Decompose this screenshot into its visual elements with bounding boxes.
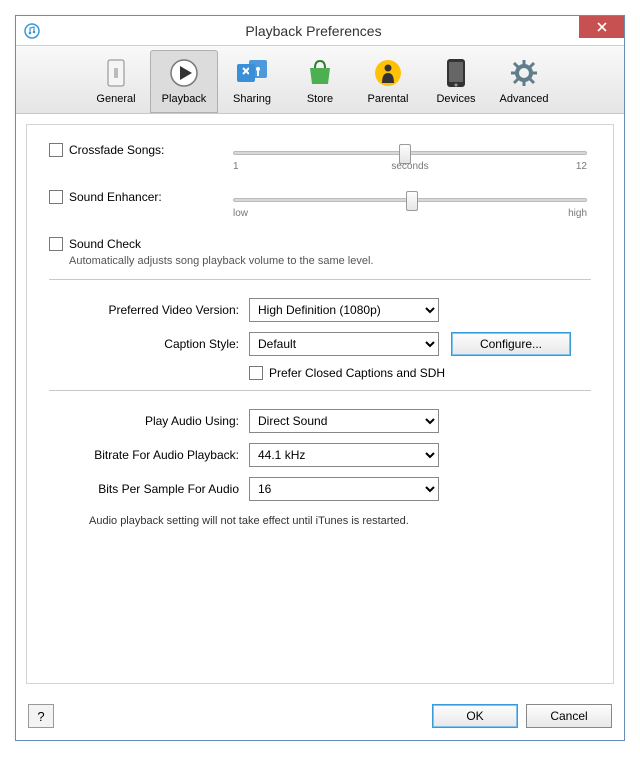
parental-icon	[370, 55, 406, 91]
enhancer-label: Sound Enhancer:	[69, 190, 229, 204]
soundcheck-desc: Automatically adjusts song playback volu…	[69, 255, 591, 267]
crossfade-checkbox[interactable]	[49, 143, 63, 157]
soundcheck-label: Sound Check	[69, 237, 141, 251]
prefer-cc-checkbox[interactable]	[249, 366, 263, 380]
bitrate-label: Bitrate For Audio Playback:	[49, 448, 249, 462]
preferred-video-select[interactable]: High Definition (1080p)	[249, 298, 439, 322]
bits-label: Bits Per Sample For Audio	[49, 482, 249, 496]
crossfade-min: 1	[233, 161, 239, 172]
tab-label: Playback	[151, 93, 217, 105]
tab-devices[interactable]: Devices	[422, 50, 490, 113]
tab-label: Sharing	[219, 93, 285, 105]
titlebar: Playback Preferences	[16, 16, 624, 46]
bits-select[interactable]: 16	[249, 477, 439, 501]
tab-label: Store	[287, 93, 353, 105]
ok-button[interactable]: OK	[432, 704, 518, 728]
crossfade-max: 12	[576, 161, 587, 172]
enhancer-checkbox[interactable]	[49, 190, 63, 204]
tab-general[interactable]: General	[82, 50, 150, 113]
preferences-window: Playback Preferences General Playback Sh…	[15, 15, 625, 741]
close-button[interactable]	[579, 16, 624, 38]
help-button[interactable]: ?	[28, 704, 54, 728]
crossfade-label: Crossfade Songs:	[69, 143, 229, 157]
caption-style-label: Caption Style:	[49, 337, 249, 351]
playback-icon	[166, 55, 202, 91]
tabs-toolbar: General Playback Sharing Store Parental	[16, 46, 624, 114]
tab-playback[interactable]: Playback	[150, 50, 218, 113]
tab-label: General	[83, 93, 149, 105]
soundcheck-checkbox[interactable]	[49, 237, 63, 251]
content-panel: Crossfade Songs: 1 seconds 12 Sound Enha…	[26, 124, 614, 684]
general-icon	[98, 55, 134, 91]
play-audio-label: Play Audio Using:	[49, 414, 249, 428]
preferred-video-label: Preferred Video Version:	[49, 303, 249, 317]
audio-note: Audio playback setting will not take eff…	[89, 515, 591, 527]
cancel-button[interactable]: Cancel	[526, 704, 612, 728]
tab-advanced[interactable]: Advanced	[490, 50, 558, 113]
store-icon	[302, 55, 338, 91]
crossfade-slider[interactable]	[233, 151, 587, 155]
divider	[49, 279, 591, 280]
enhancer-min: low	[233, 208, 248, 219]
tab-label: Advanced	[491, 93, 557, 105]
tab-parental[interactable]: Parental	[354, 50, 422, 113]
footer: ? OK Cancel	[16, 694, 624, 740]
caption-style-select[interactable]: Default	[249, 332, 439, 356]
devices-icon	[438, 55, 474, 91]
window-title: Playback Preferences	[48, 23, 624, 39]
tab-label: Devices	[423, 93, 489, 105]
close-icon	[597, 22, 607, 32]
play-audio-select[interactable]: Direct Sound	[249, 409, 439, 433]
enhancer-max: high	[568, 208, 587, 219]
bitrate-select[interactable]: 44.1 kHz	[249, 443, 439, 467]
divider	[49, 390, 591, 391]
prefer-cc-label: Prefer Closed Captions and SDH	[269, 366, 445, 380]
tab-label: Parental	[355, 93, 421, 105]
enhancer-slider[interactable]	[233, 198, 587, 202]
tab-store[interactable]: Store	[286, 50, 354, 113]
tab-sharing[interactable]: Sharing	[218, 50, 286, 113]
itunes-icon	[24, 23, 40, 39]
sharing-icon	[234, 55, 270, 91]
crossfade-mid: seconds	[391, 161, 428, 172]
enhancer-thumb[interactable]	[406, 191, 418, 211]
advanced-icon	[506, 55, 542, 91]
configure-button[interactable]: Configure...	[451, 332, 571, 356]
